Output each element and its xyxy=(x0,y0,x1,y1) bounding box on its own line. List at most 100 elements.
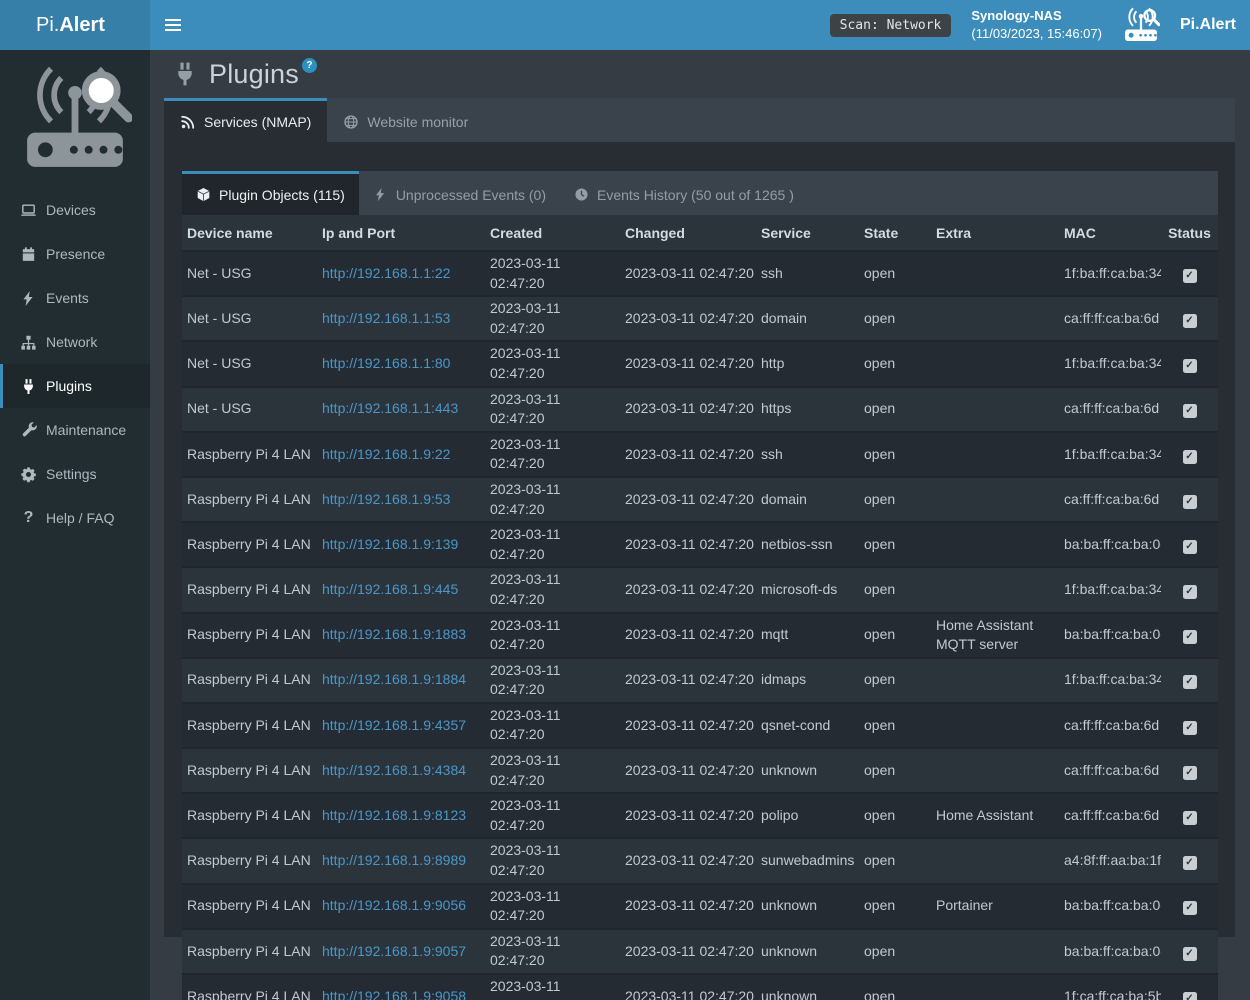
status-checkbox[interactable]: ✓ xyxy=(1183,901,1197,915)
status-checkbox[interactable]: ✓ xyxy=(1183,721,1197,735)
cell-device-name: Raspberry Pi 4 LAN xyxy=(182,432,317,477)
cell-changed: 2023-03-11 02:47:20 xyxy=(620,884,756,929)
status-checkbox[interactable]: ✓ xyxy=(1183,404,1197,418)
sidebar-logo xyxy=(0,50,150,182)
plugin-objects-table: Device name Ip and Port Created Changed … xyxy=(182,215,1218,1000)
cell-created: 2023-03-11 02:47:20 xyxy=(485,793,620,838)
tab-services-nmap[interactable]: Services (NMAP) xyxy=(164,98,327,142)
cell-extra xyxy=(931,658,1059,703)
sidebar-item-network[interactable]: Network xyxy=(0,320,150,364)
sidebar-item-settings[interactable]: Settings xyxy=(0,452,150,496)
cell-created: 2023-03-11 02:47:20 xyxy=(485,929,620,974)
help-badge[interactable]: ? xyxy=(302,58,317,73)
cell-created: 2023-03-11 02:47:20 xyxy=(485,567,620,612)
status-checkbox[interactable]: ✓ xyxy=(1183,766,1197,780)
check-icon: ✓ xyxy=(1185,947,1193,961)
ip-port-link[interactable]: http://192.168.1.9:4357 xyxy=(322,717,466,733)
ip-port-link[interactable]: http://192.168.1.1:22 xyxy=(322,265,450,281)
ip-port-link[interactable]: http://192.168.1.9:8123 xyxy=(322,807,466,823)
col-header-created[interactable]: Created xyxy=(485,215,620,251)
tab-website-monitor[interactable]: Website monitor xyxy=(327,98,484,142)
table-row: Net - USG http://192.168.1.1:53 2023-03-… xyxy=(182,296,1218,341)
cell-mac: 1f:ba:ff:ca:ba:34 xyxy=(1059,251,1161,296)
scan-status-badge: Scan: Network xyxy=(830,14,952,37)
ip-port-link[interactable]: http://192.168.1.9:445 xyxy=(322,581,458,597)
host-timestamp: (11/03/2023, 15:46:07) xyxy=(971,26,1102,41)
status-checkbox[interactable]: ✓ xyxy=(1183,811,1197,825)
sidebar-item-presence[interactable]: Presence xyxy=(0,232,150,276)
sidebar-item-events[interactable]: Events xyxy=(0,276,150,320)
cell-status: ✓ xyxy=(1161,432,1218,477)
pialert-router-icon xyxy=(1122,6,1160,44)
ip-port-link[interactable]: http://192.168.1.9:1884 xyxy=(322,671,466,687)
plug-icon xyxy=(20,378,37,395)
col-header-state[interactable]: State xyxy=(859,215,931,251)
ip-port-link[interactable]: http://192.168.1.9:4384 xyxy=(322,762,466,778)
sidebar-item-plugins[interactable]: Plugins xyxy=(0,364,150,408)
check-icon: ✓ xyxy=(1185,630,1193,644)
ip-port-link[interactable]: http://192.168.1.9:8989 xyxy=(322,852,466,868)
cell-created: 2023-03-11 02:47:20 xyxy=(485,884,620,929)
ip-port-link[interactable]: http://192.168.1.9:9058 xyxy=(322,988,466,1000)
table-row: Raspberry Pi 4 LAN http://192.168.1.9:89… xyxy=(182,838,1218,883)
status-checkbox[interactable]: ✓ xyxy=(1183,314,1197,328)
status-checkbox[interactable]: ✓ xyxy=(1183,856,1197,870)
sidebar-item-devices[interactable]: Devices xyxy=(0,188,150,232)
cell-ip-port: http://192.168.1.1:53 xyxy=(317,296,485,341)
sidebar-toggle-button[interactable] xyxy=(150,0,195,50)
check-icon: ✓ xyxy=(1185,856,1193,870)
tab-unprocessed-events[interactable]: Unprocessed Events (0) xyxy=(359,171,560,215)
cell-service: ssh xyxy=(756,251,859,296)
status-checkbox[interactable]: ✓ xyxy=(1183,269,1197,283)
col-header-device[interactable]: Device name xyxy=(182,215,317,251)
plugin-tabs: Services (NMAP) Website monitor xyxy=(164,98,1235,142)
col-header-changed[interactable]: Changed xyxy=(620,215,756,251)
ip-port-link[interactable]: http://192.168.1.9:53 xyxy=(322,491,450,507)
col-header-mac[interactable]: MAC xyxy=(1059,215,1161,251)
ip-port-link[interactable]: http://192.168.1.1:80 xyxy=(322,355,450,371)
ip-port-link[interactable]: http://192.168.1.9:139 xyxy=(322,536,458,552)
pialert-router-magnifier-icon xyxy=(18,62,132,176)
check-icon: ✓ xyxy=(1185,585,1193,599)
cell-extra: Portainer xyxy=(931,884,1059,929)
col-header-status[interactable]: Status xyxy=(1161,215,1218,251)
ip-port-link[interactable]: http://192.168.1.1:53 xyxy=(322,310,450,326)
col-header-service[interactable]: Service xyxy=(756,215,859,251)
table-row: Raspberry Pi 4 LAN http://192.168.1.9:53… xyxy=(182,477,1218,522)
sidebar-item-maintenance[interactable]: Maintenance xyxy=(0,408,150,452)
cell-created: 2023-03-11 02:47:20 xyxy=(485,432,620,477)
ip-port-link[interactable]: http://192.168.1.9:1883 xyxy=(322,626,466,642)
cell-mac: ca:ff:ff:ca:ba:6d xyxy=(1059,793,1161,838)
check-icon: ✓ xyxy=(1185,901,1193,915)
tab-events-history[interactable]: Events History (50 out of 1265 ) xyxy=(560,171,808,215)
status-checkbox[interactable]: ✓ xyxy=(1183,450,1197,464)
col-header-ip-port[interactable]: Ip and Port xyxy=(317,215,485,251)
cell-mac: ba:ba:ff:ca:ba:0c xyxy=(1059,884,1161,929)
ip-port-link[interactable]: http://192.168.1.9:22 xyxy=(322,446,450,462)
cell-ip-port: http://192.168.1.9:53 xyxy=(317,477,485,522)
cell-service: sunwebadmins xyxy=(756,838,859,883)
cell-extra xyxy=(931,522,1059,567)
col-header-extra[interactable]: Extra xyxy=(931,215,1059,251)
status-checkbox[interactable]: ✓ xyxy=(1183,359,1197,373)
ip-port-link[interactable]: http://192.168.1.9:9056 xyxy=(322,897,466,913)
status-checkbox[interactable]: ✓ xyxy=(1183,947,1197,961)
status-checkbox[interactable]: ✓ xyxy=(1183,540,1197,554)
app-logo[interactable]: Pi.Alert xyxy=(0,0,150,50)
ip-port-link[interactable]: http://192.168.1.9:9057 xyxy=(322,943,466,959)
cell-created: 2023-03-11 02:47:20 xyxy=(485,658,620,703)
status-checkbox[interactable]: ✓ xyxy=(1183,630,1197,644)
cell-state: open xyxy=(859,567,931,612)
status-checkbox[interactable]: ✓ xyxy=(1183,675,1197,689)
table-row: Net - USG http://192.168.1.1:22 2023-03-… xyxy=(182,251,1218,296)
cell-ip-port: http://192.168.1.9:9058 xyxy=(317,974,485,1000)
ip-port-link[interactable]: http://192.168.1.1:443 xyxy=(322,400,458,416)
sidebar-item-help[interactable]: ?Help / FAQ xyxy=(0,496,150,540)
status-checkbox[interactable]: ✓ xyxy=(1183,992,1197,1000)
sitemap-icon xyxy=(20,334,37,351)
status-checkbox[interactable]: ✓ xyxy=(1183,495,1197,509)
tab-plugin-objects[interactable]: Plugin Objects (115) xyxy=(182,171,359,215)
status-checkbox[interactable]: ✓ xyxy=(1183,585,1197,599)
wrench-icon xyxy=(20,422,37,439)
cell-created: 2023-03-11 02:47:20 xyxy=(485,477,620,522)
